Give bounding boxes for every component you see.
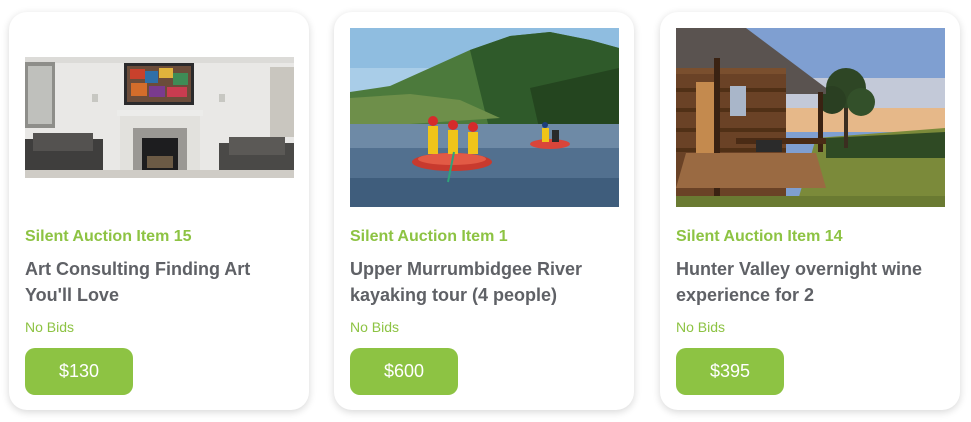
item-title[interactable]: Art Consulting Finding Art You'll Love	[25, 256, 297, 308]
bid-status: No Bids	[350, 319, 400, 335]
river-rafting-image[interactable]	[350, 28, 619, 207]
item-title[interactable]: Hunter Valley overnight wine experience …	[676, 256, 948, 308]
bid-price-button[interactable]: $600	[350, 348, 458, 395]
auction-item-card[interactable]: Silent Auction Item 14 Hunter Valley ove…	[660, 12, 960, 410]
item-number: Silent Auction Item 15	[25, 228, 192, 245]
bid-price-button[interactable]: $130	[25, 348, 133, 395]
item-number: Silent Auction Item 14	[676, 228, 843, 245]
bid-price-button[interactable]: $395	[676, 348, 784, 395]
auction-item-card[interactable]: Silent Auction Item 15 Art Consulting Fi…	[9, 12, 309, 410]
item-number: Silent Auction Item 1	[350, 228, 508, 245]
cabin-image[interactable]	[676, 28, 945, 207]
auction-item-card[interactable]: Silent Auction Item 1 Upper Murrumbidgee…	[334, 12, 634, 410]
bid-status: No Bids	[25, 319, 75, 335]
item-title[interactable]: Upper Murrumbidgee River kayaking tour (…	[350, 256, 622, 308]
living-room-image[interactable]	[25, 57, 294, 178]
bid-status: No Bids	[676, 319, 726, 335]
